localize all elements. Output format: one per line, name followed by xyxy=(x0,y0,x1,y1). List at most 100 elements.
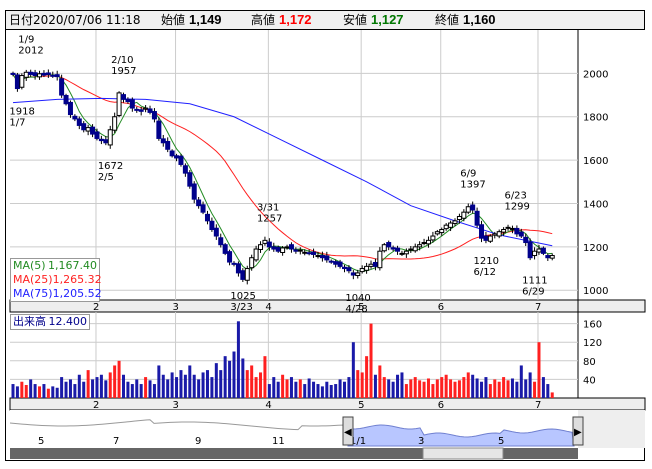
volume-bar xyxy=(409,379,413,398)
volume-bar xyxy=(152,384,156,398)
annotation-value: 1257 xyxy=(257,213,282,224)
candle-body xyxy=(549,255,555,259)
month-tick-label: 3 xyxy=(173,400,179,411)
candle-body xyxy=(293,249,299,252)
volume-bar xyxy=(214,363,218,398)
candle-body xyxy=(501,229,507,233)
candle-body xyxy=(536,248,542,253)
candle-body xyxy=(456,216,462,221)
ma25-value: 1,265.32 xyxy=(52,273,102,286)
volume-bar xyxy=(444,374,448,398)
candle-body xyxy=(169,150,175,157)
volume-bar xyxy=(316,384,320,398)
candle-body xyxy=(50,74,56,77)
candle-body xyxy=(350,272,356,276)
candle-body xyxy=(138,109,144,112)
annotation-value: 1397 xyxy=(460,180,485,191)
volume-bar xyxy=(347,377,351,398)
volume-tick-label: 80 xyxy=(583,357,596,368)
volume-bar xyxy=(82,381,86,398)
volume-bar xyxy=(33,384,37,398)
volume-bar xyxy=(11,384,15,398)
ma5-label: MA(5) xyxy=(13,259,46,272)
candle-body xyxy=(160,138,166,144)
candle-body xyxy=(408,248,414,251)
candle-body xyxy=(116,92,122,116)
volume-bar xyxy=(91,379,95,398)
candle-body xyxy=(461,211,467,219)
ma75-value: 1,205.52 xyxy=(52,287,102,300)
candle-body xyxy=(430,235,436,241)
volume-bar xyxy=(205,370,209,398)
chart-canvas[interactable]: 2000 1800 1600 1400 1200 1000 160 120 80 40 2 2 3 3 4 4… xyxy=(0,0,652,469)
volume-bar xyxy=(400,372,404,398)
volume-bar xyxy=(369,323,373,398)
high-value: 1,172 xyxy=(279,12,312,27)
volume-bar xyxy=(289,377,293,398)
volume-bar xyxy=(161,374,165,398)
volume-bar xyxy=(219,370,223,398)
candle-body xyxy=(284,246,290,249)
candle-body xyxy=(41,72,47,76)
date-value: 2020/07/06 11:18 xyxy=(33,13,141,27)
volume-value: 12.400 xyxy=(48,315,88,328)
candle-body xyxy=(107,129,113,146)
volume-label: 出来高 xyxy=(13,315,46,328)
volume-bar xyxy=(157,365,161,398)
annotation-date: 3/31 xyxy=(257,202,279,213)
volume-bar xyxy=(175,377,179,398)
volume-bar xyxy=(223,356,227,398)
volume-bar xyxy=(506,380,510,398)
annotation-value: 1040 xyxy=(345,293,370,304)
volume-bar xyxy=(453,381,457,398)
open-value: 1,149 xyxy=(189,12,222,27)
volume-bar xyxy=(86,370,90,398)
candle-body xyxy=(54,74,60,78)
month-tick-label: 4 xyxy=(265,400,271,411)
high-label: 高値 xyxy=(251,13,276,27)
volume-bar xyxy=(391,381,395,398)
handle-left-arrow-icon: ◀ xyxy=(344,427,352,438)
navigator-label: 3 xyxy=(418,436,424,447)
candle-body xyxy=(174,155,180,159)
volume-bar xyxy=(170,372,174,398)
volume-bar xyxy=(55,387,59,398)
volume-bar xyxy=(440,377,444,398)
navigator-scrollbar-thumb[interactable] xyxy=(422,447,504,460)
volume-bar xyxy=(99,374,103,398)
volume-bar xyxy=(524,379,528,398)
volume-bar xyxy=(68,379,72,398)
candle-body xyxy=(227,251,233,263)
close-label: 終値 xyxy=(435,13,460,27)
volume-bar xyxy=(497,381,501,398)
volume-bar xyxy=(484,377,488,398)
candle-body xyxy=(19,75,25,88)
navigator-label: 9 xyxy=(195,436,201,447)
candle-body xyxy=(187,172,193,187)
volume-bar xyxy=(382,377,386,398)
volume-bar xyxy=(95,377,99,398)
candle-body xyxy=(417,244,423,248)
candle-body xyxy=(377,250,383,269)
candle-body xyxy=(399,252,405,255)
candle-body xyxy=(204,213,210,222)
volume-bar xyxy=(51,386,55,398)
volume-bar xyxy=(325,381,329,398)
candle-body xyxy=(545,255,551,259)
volume-bar xyxy=(38,386,42,398)
volume-bar xyxy=(515,381,519,398)
annotation-date: 6/23 xyxy=(504,190,526,201)
volume-bar xyxy=(320,386,324,398)
volume-bar xyxy=(457,380,461,398)
candle-body xyxy=(297,249,303,252)
annotation-value: 2012 xyxy=(18,45,43,56)
price-tick-label: 1400 xyxy=(583,199,608,210)
volume-bar xyxy=(179,370,183,398)
candle-body xyxy=(479,224,485,239)
volume-bar xyxy=(254,377,258,398)
candle-body xyxy=(244,268,250,281)
volume-tick-label: 120 xyxy=(583,338,602,349)
volume-bar xyxy=(298,379,302,398)
candle-body xyxy=(258,244,264,250)
candle-body xyxy=(311,251,317,255)
